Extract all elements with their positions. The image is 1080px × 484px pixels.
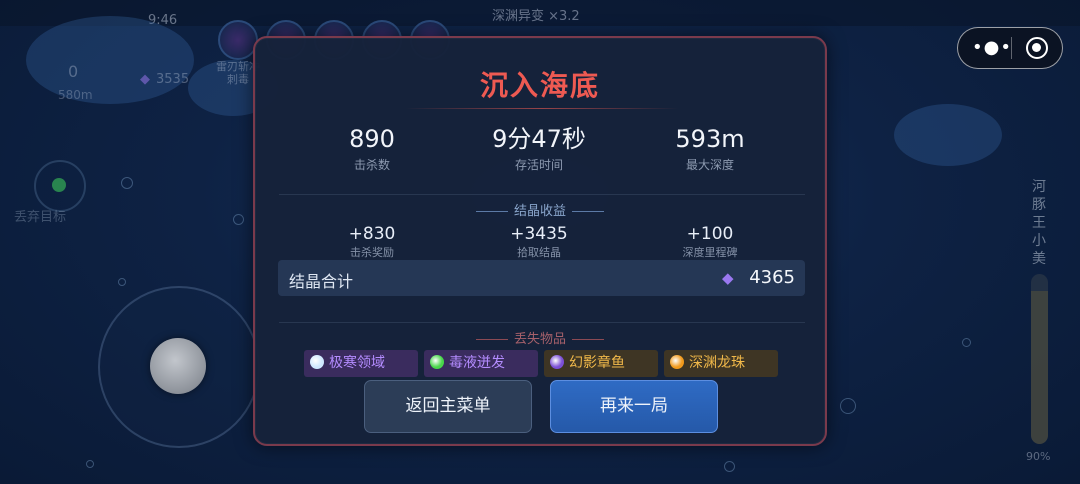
lost-item-name: 极寒领域 (329, 355, 385, 371)
lost-item-ice-domain: 极寒领域 (304, 350, 418, 377)
crystal-total-value: 4365 (749, 267, 795, 288)
boss-health-fill (1031, 291, 1048, 444)
boss-health-percent: 90% (1026, 450, 1051, 463)
title-underline (405, 108, 679, 109)
lost-item-venom-burst: 毒液迸发 (424, 350, 538, 377)
divider (279, 194, 805, 195)
lost-item-name: 毒液迸发 (449, 355, 505, 371)
target-label: 丢弃目标 (14, 210, 67, 225)
dragon-pearl-icon (670, 355, 684, 369)
boss-name: 河豚王小美 (1032, 179, 1046, 267)
mode-multiplier-text: 深渊异变 ×3.2 (492, 9, 580, 24)
miniprogram-capsule: •●• (957, 27, 1063, 69)
boss-health-bar (1031, 274, 1048, 444)
stat-label: 存活时间 (514, 158, 563, 172)
crystal-section-label: 结晶收益 (513, 204, 566, 219)
bubble-icon (724, 461, 735, 472)
stat-value: 890 (349, 125, 395, 153)
lost-section-title: 丢失物品 (255, 328, 825, 347)
crystal-gem-icon: ◆ (722, 269, 734, 287)
reward-label: 深度里程碑 (682, 246, 738, 259)
ice-orb-icon (310, 355, 324, 369)
bubble-icon (962, 338, 971, 347)
stat-survival-time: 9分47秒 存活时间 (459, 124, 619, 173)
bubble-icon (233, 214, 244, 225)
crystal-total-row: 结晶合计 ◆ 4365 (278, 260, 805, 296)
stat-value: 593m (675, 125, 745, 153)
bubble-icon (121, 177, 133, 189)
reward-label: 击杀奖励 (350, 246, 394, 259)
octopus-icon (550, 355, 564, 369)
reward-value: +100 (686, 224, 734, 244)
crystal-section-title: 结晶收益 (255, 200, 825, 219)
lost-item-name: 幻影章鱼 (569, 355, 625, 371)
lost-item-abyss-dragon-pearl: 深渊龙珠 (664, 350, 778, 377)
minimap-blob (26, 16, 194, 104)
skill-orb-1[interactable] (218, 20, 258, 60)
lost-item-name: 深渊龙珠 (689, 355, 745, 371)
bubble-icon (118, 278, 126, 286)
reward-value: +3435 (510, 224, 568, 244)
stat-label: 击杀数 (353, 158, 390, 172)
lost-section-label: 丢失物品 (513, 332, 566, 347)
reward-depth-milestone: +100 深度里程碑 (640, 224, 780, 260)
play-again-button[interactable]: 再来一局 (550, 380, 718, 433)
more-menu-icon[interactable]: •●• (972, 37, 1012, 58)
joystick-knob[interactable] (150, 338, 206, 394)
stat-label: 最大深度 (685, 158, 734, 172)
target-dot-icon (52, 178, 66, 192)
reward-kills: +830 击杀奖励 (302, 224, 442, 260)
bubble-icon (86, 460, 94, 468)
stat-value: 9分47秒 (492, 125, 586, 153)
crystal-counter: ◆ 3535 (140, 72, 189, 87)
reward-label: 拾取结晶 (517, 246, 561, 259)
capsule-divider (1011, 37, 1012, 59)
background-blob (894, 104, 1002, 166)
bubble-icon (840, 398, 856, 414)
depth-readout: 580m (58, 88, 93, 102)
stat-max-depth: 593m 最大深度 (630, 124, 790, 173)
crystal-icon: ◆ (140, 72, 150, 87)
lost-item-phantom-octopus: 幻影章鱼 (544, 350, 658, 377)
close-miniprogram-icon[interactable] (1026, 37, 1048, 59)
reward-value: +830 (348, 224, 396, 244)
venom-orb-icon (430, 355, 444, 369)
stat-kills: 890 击杀数 (292, 124, 452, 173)
game-over-panel: 沉入海底 890 击杀数 9分47秒 存活时间 593m 最大深度 结晶收益 +… (253, 36, 827, 446)
reward-pickup: +3435 拾取结晶 (469, 224, 609, 260)
crystal-count: 3535 (156, 72, 190, 87)
return-main-menu-button[interactable]: 返回主菜单 (364, 380, 532, 433)
result-title: 沉入海底 (479, 69, 600, 102)
score-readout: 0 (68, 62, 79, 81)
crystal-total-label: 结晶合计 (289, 272, 354, 291)
divider (279, 322, 805, 323)
